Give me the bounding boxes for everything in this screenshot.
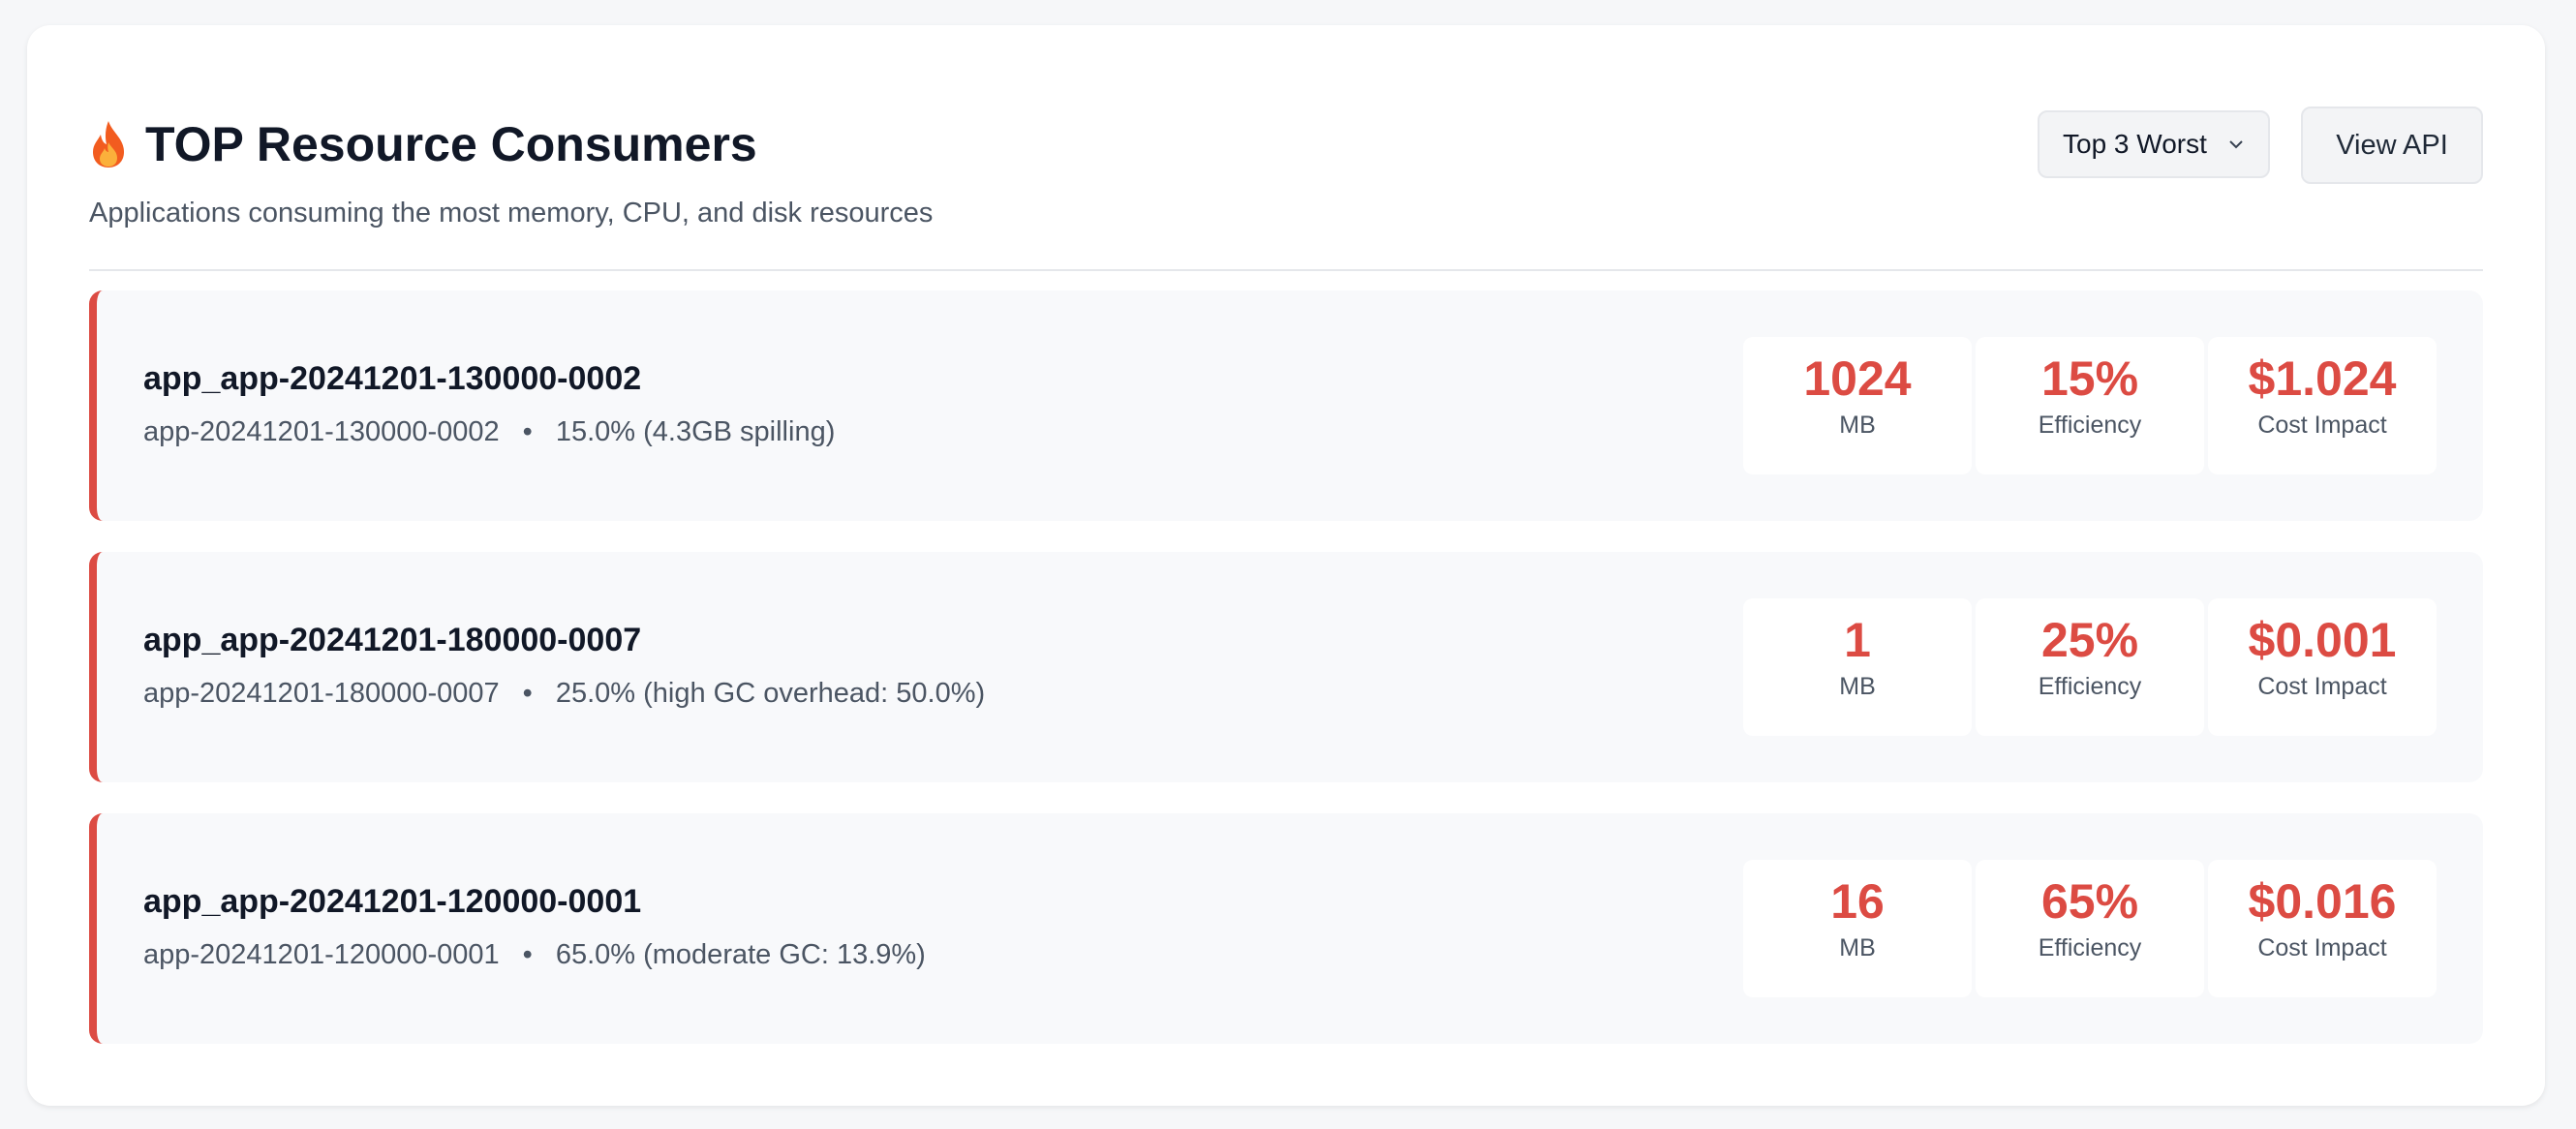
memory-unit: MB: [1839, 673, 1876, 700]
list-item[interactable]: app_app-20241201-130000-0002 app-2024120…: [89, 290, 2483, 521]
page-title: TOP Resource Consumers: [89, 116, 757, 172]
efficiency-metric: 15% Efficiency: [1976, 337, 2204, 474]
cost-label: Cost Impact: [2257, 673, 2387, 700]
app-detail: 25.0% (high GC overhead: 50.0%): [555, 678, 986, 709]
cost-metric: $1.024 Cost Impact: [2208, 337, 2437, 474]
memory-value: 1: [1844, 613, 1871, 667]
efficiency-metric: 25% Efficiency: [1976, 598, 2204, 736]
app-name: app_app-20241201-120000-0001: [143, 883, 642, 920]
app-detail: 15.0% (4.3GB spilling): [555, 416, 836, 447]
top-filter-select[interactable]: Top 3 Worst: [2038, 110, 2270, 178]
efficiency-label: Efficiency: [2038, 412, 2142, 439]
app-name: app_app-20241201-130000-0002: [143, 360, 642, 397]
app-details: app-20241201-120000-0001 • 65.0% (moderate…: [143, 939, 926, 971]
cost-metric: $0.001 Cost Impact: [2208, 598, 2437, 736]
app-id: app-20241201-130000-0002: [143, 416, 500, 447]
cost-label: Cost Impact: [2257, 934, 2387, 961]
memory-metric: 16 MB: [1743, 860, 1972, 997]
app-id: app-20241201-180000-0007: [143, 678, 500, 709]
app-name: app_app-20241201-180000-0007: [143, 622, 642, 658]
card-header: TOP Resource Consumers Applications cons…: [89, 93, 2483, 271]
efficiency-value: 25%: [2040, 613, 2139, 667]
cost-metric: $0.016 Cost Impact: [2208, 860, 2437, 997]
separator-dot: •: [522, 416, 533, 447]
app-detail: 65.0% (moderate GC: 13.9%): [555, 939, 926, 970]
app-details: app-20241201-130000-0002 • 15.0% (4.3GB sp…: [143, 416, 835, 448]
top-filter-value: Top 3 Worst: [2063, 129, 2207, 159]
list-item[interactable]: app_app-20241201-120000-0001 app-2024120…: [89, 813, 2483, 1044]
cost-label: Cost Impact: [2257, 412, 2387, 439]
efficiency-value: 65%: [2040, 874, 2139, 929]
memory-metric: 1024 MB: [1743, 337, 1972, 474]
efficiency-metric: 65% Efficiency: [1976, 860, 2204, 997]
memory-unit: MB: [1839, 934, 1876, 961]
app-metrics: 1024 MB 15% Efficiency $1.024 Cost Impac…: [1743, 337, 2437, 474]
separator-dot: •: [522, 939, 533, 970]
page-title-text: TOP Resource Consumers: [145, 117, 757, 171]
app-details: app-20241201-180000-0007 • 25.0% (high GC …: [143, 678, 985, 710]
list-item[interactable]: app_app-20241201-180000-0007 app-2024120…: [89, 552, 2483, 782]
memory-unit: MB: [1839, 412, 1876, 439]
app-id: app-20241201-120000-0001: [143, 939, 500, 970]
page-subtitle: Applications consuming the most memory, …: [89, 198, 934, 229]
cost-value: $1.024: [2248, 351, 2397, 406]
cost-value: $0.001: [2248, 613, 2397, 667]
separator-dot: •: [522, 678, 533, 709]
memory-value: 16: [1830, 874, 1885, 929]
resource-consumers-card: TOP Resource Consumers Applications cons…: [27, 25, 2545, 1106]
chevron-down-icon: [2229, 140, 2243, 149]
header-controls: Top 3 Worst View API: [2038, 107, 2483, 184]
memory-metric: 1 MB: [1743, 598, 1972, 736]
efficiency-label: Efficiency: [2038, 934, 2142, 961]
view-api-button[interactable]: View API: [2301, 107, 2483, 184]
efficiency-label: Efficiency: [2038, 673, 2142, 700]
consumer-list: app_app-20241201-130000-0002 app-2024120…: [89, 290, 2483, 1075]
memory-value: 1024: [1803, 351, 1912, 406]
app-metrics: 16 MB 65% Efficiency $0.016 Cost Impact: [1743, 860, 2437, 997]
fire-icon: [93, 121, 124, 168]
app-metrics: 1 MB 25% Efficiency $0.001 Cost Impact: [1743, 598, 2437, 736]
efficiency-value: 15%: [2040, 351, 2139, 406]
cost-value: $0.016: [2248, 874, 2397, 929]
